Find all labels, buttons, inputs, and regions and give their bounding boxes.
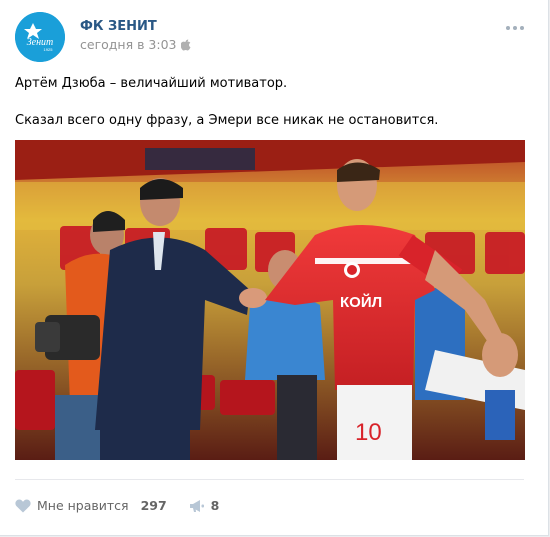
heart-icon — [15, 499, 31, 512]
post-text-line-1: Артём Дзюба – величайший мотиватор. — [15, 76, 288, 91]
post-photo[interactable]: КОЙЛ 10 — [15, 140, 525, 460]
photo-scene: КОЙЛ 10 — [15, 140, 525, 460]
more-dot-icon — [513, 26, 517, 30]
like-label: Мне нравится — [37, 498, 129, 513]
share-button[interactable]: 8 — [189, 498, 220, 513]
post-card: Зенит 1925 ФК ЗЕНИТ сегодня в 3:03 Артём… — [0, 0, 549, 536]
more-dot-icon — [520, 26, 524, 30]
megaphone-icon — [189, 499, 204, 512]
post-text-line-2: Сказал всего одну фразу, а Эмери все ник… — [15, 113, 439, 128]
zenit-logo-icon: Зенит 1925 — [15, 12, 65, 62]
post-footer: Мне нравится 297 8 — [15, 498, 219, 513]
share-count: 8 — [210, 498, 220, 513]
apple-icon — [180, 39, 190, 50]
footer-divider — [15, 479, 524, 480]
post-author[interactable]: ФК ЗЕНИТ — [80, 19, 157, 34]
shorts-number-text: 10 — [355, 419, 382, 446]
like-button[interactable]: Мне нравится 297 — [15, 498, 167, 513]
more-dot-icon — [506, 26, 510, 30]
post-menu-button[interactable] — [506, 26, 524, 30]
club-avatar[interactable]: Зенит 1925 — [15, 12, 65, 62]
post-time[interactable]: сегодня в 3:03 — [80, 37, 191, 52]
jersey-sponsor-text: КОЙЛ — [340, 293, 382, 311]
svg-text:1925: 1925 — [44, 47, 54, 52]
like-count: 297 — [140, 498, 167, 513]
post-time-text: сегодня в 3:03 — [80, 37, 177, 52]
